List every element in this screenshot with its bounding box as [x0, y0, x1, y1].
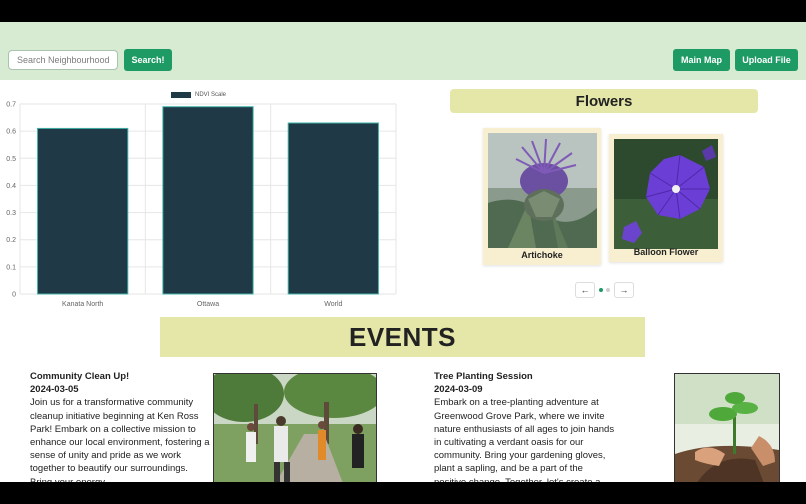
bar	[287, 122, 379, 295]
y-tick-label: 0.1	[6, 264, 16, 271]
carousel-dot-active[interactable]	[599, 288, 603, 292]
y-tick-label: 0	[12, 292, 16, 299]
flower-card-artichoke[interactable]: Artichoke	[483, 128, 601, 265]
y-tick-label: 0.4	[6, 183, 16, 190]
top-bar: Search! Main Map Upload File	[0, 22, 806, 80]
y-tick-label: 0.5	[6, 156, 16, 163]
arrow-right-icon: →	[619, 285, 629, 295]
y-tick-label: 0.3	[6, 210, 16, 217]
artichoke-image	[488, 133, 597, 248]
balloon-flower-image	[614, 139, 718, 249]
event-title: Tree Planting Session	[434, 371, 533, 382]
event-title: Community Clean Up!	[30, 371, 130, 382]
flowers-title: Flowers	[450, 89, 758, 113]
page: Search! Main Map Upload File NDVI Scale …	[0, 22, 806, 482]
x-tick-label: Kanata North	[62, 301, 103, 308]
flower-name: Artichoke	[521, 250, 563, 260]
flower-name: Balloon Flower	[633, 247, 699, 257]
search-input[interactable]	[8, 50, 118, 70]
carousel-prev-button[interactable]: ←	[575, 282, 595, 298]
carousel-dot[interactable]	[606, 288, 610, 292]
x-tick-label: Ottawa	[197, 301, 219, 308]
event-description: Embark on a tree-planting adventure at G…	[434, 397, 615, 482]
upload-file-button[interactable]: Upload File	[735, 49, 798, 71]
carousel-next-button[interactable]: →	[614, 282, 634, 298]
event-item: Community Clean Up! 2024-03-05 Join us f…	[30, 370, 212, 482]
y-tick-label: 0.2	[6, 237, 16, 244]
event-date: 2024-03-05	[30, 384, 79, 396]
x-tick-label: World	[324, 301, 342, 308]
event-item: Tree Planting Session 2024-03-09 Embark …	[434, 370, 616, 482]
arrow-left-icon: ←	[580, 285, 590, 295]
bar	[162, 106, 254, 295]
flower-card-balloon-flower[interactable]: Balloon Flower	[609, 134, 723, 262]
y-tick-label: 0.6	[6, 129, 16, 136]
y-tick-label: 0.7	[6, 102, 16, 109]
ndvi-bar-chart: 0 0.1 0.2 0.3 0.4 0.5 0.6 0.7 Kanata North Ottawa…	[6, 102, 397, 308]
bar	[37, 127, 129, 295]
cleanup-event-image	[213, 373, 377, 482]
tree-planting-image	[674, 373, 780, 482]
search-button[interactable]: Search!	[124, 49, 172, 71]
carousel-controls: ← →	[575, 282, 635, 298]
events-title: EVENTS	[160, 317, 645, 357]
event-description: Join us for a transformative community c…	[30, 397, 210, 482]
event-date: 2024-03-09	[434, 384, 483, 396]
main-map-button[interactable]: Main Map	[673, 49, 730, 71]
